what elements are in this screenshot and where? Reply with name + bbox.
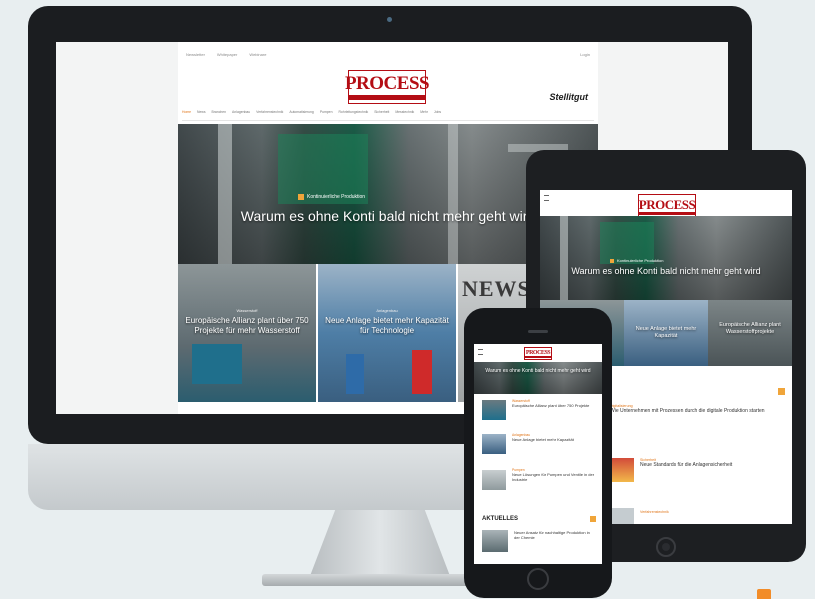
section-marker-icon xyxy=(778,388,785,395)
list-item-thumbnail xyxy=(482,470,506,490)
hero-title[interactable]: Warum es ohne Konti bald nicht mehr geht… xyxy=(218,208,558,225)
tablet-hero-article[interactable]: Kontinuierliche Produktion Warum es ohne… xyxy=(540,216,792,300)
top-nav-item[interactable]: Newsletter xyxy=(186,52,205,57)
login-link[interactable]: Login xyxy=(580,52,590,57)
list-item-thumbnail xyxy=(482,434,506,454)
hero-kicker-text: Kontinuierliche Produktion xyxy=(617,258,664,263)
nav-item[interactable]: Jobs xyxy=(434,110,441,120)
hero-kicker-text: Kontinuierliche Produktion xyxy=(307,194,366,200)
phone-logo[interactable]: PROCESS xyxy=(524,347,552,360)
nav-item[interactable]: Mehr xyxy=(420,110,428,120)
nav-item[interactable]: News xyxy=(197,110,205,120)
monitor-foot xyxy=(262,574,498,586)
list-item[interactable]: Pumpen Neue Lösungen für Pumpen und Vent… xyxy=(512,468,596,482)
tile-title[interactable]: Europäische Allianz plant Wasserstoffpro… xyxy=(712,322,788,336)
hero-image-pipe xyxy=(218,124,232,264)
hero-title[interactable]: Warum es ohne Konti bald nicht mehr geht… xyxy=(480,368,596,374)
speaker-icon xyxy=(528,330,548,333)
article-tile[interactable]: Wasserstoff Europäische Allianz plant üb… xyxy=(178,264,316,402)
tile-image-cabinet xyxy=(412,350,432,394)
list-item[interactable]: Sicherheit Neue Standards für die Anlage… xyxy=(640,458,786,469)
list-item-thumbnail xyxy=(610,458,634,482)
list-item-title[interactable]: Wie Unternehmen mit Prozessen durch die … xyxy=(610,408,786,415)
list-item-title[interactable]: Neue Anlage bietet mehr Kapazität xyxy=(512,437,596,442)
tile-kicker: Wasserstoff xyxy=(236,308,258,313)
hero-image-pipe xyxy=(448,124,458,264)
category-icon xyxy=(610,258,614,263)
tile-title[interactable]: Europäische Allianz plant über 750 Proje… xyxy=(184,316,310,336)
list-item[interactable]: Verfahrenstechnik xyxy=(640,510,786,514)
list-item-title[interactable]: Europäische Allianz plant über 750 Proje… xyxy=(512,403,596,408)
tile-title[interactable]: Neue Anlage bietet mehr Kapazität für Te… xyxy=(324,316,450,336)
logo-strip xyxy=(525,355,551,358)
list-item-thumbnail xyxy=(482,400,506,420)
camera-icon xyxy=(387,17,392,22)
top-nav: Newsletter Whitepaper Webinare xyxy=(186,52,266,57)
nav-item[interactable]: Rohrleitungstechnik xyxy=(338,110,368,120)
menu-icon[interactable] xyxy=(544,195,549,201)
phone-screen: PROCESS Warum es ohne Konti bald nicht m… xyxy=(474,344,602,564)
hero-kicker: Kontinuierliche Produktion xyxy=(298,194,365,200)
monitor-stand xyxy=(310,510,450,576)
corner-badge xyxy=(757,589,771,599)
tile-kicker: Anlagenbau xyxy=(376,308,398,313)
hero-kicker: Kontinuierliche Produktion xyxy=(610,258,663,263)
menu-icon[interactable] xyxy=(478,349,483,355)
nav-item[interactable]: Branchen xyxy=(212,110,227,120)
nav-item[interactable]: Messtechnik xyxy=(395,110,414,120)
nav-item[interactable]: Home xyxy=(182,110,191,120)
home-button[interactable] xyxy=(527,568,549,590)
list-item-title[interactable]: Neue Lösungen für Pumpen und Ventile in … xyxy=(512,472,596,482)
phone-hero-article[interactable]: Warum es ohne Konti bald nicht mehr geht… xyxy=(474,362,602,394)
section-title: AKTUELLES xyxy=(482,516,518,522)
partner-logo: Stellitgut xyxy=(549,92,589,102)
nav-item[interactable]: Sicherheit xyxy=(374,110,389,120)
logo-text: PROCESS xyxy=(344,73,430,94)
nav-item[interactable]: Pumpen xyxy=(320,110,333,120)
nav-item[interactable]: Anlagenbau xyxy=(232,110,250,120)
home-button[interactable] xyxy=(656,537,676,557)
news-word: NEWS xyxy=(462,276,531,301)
list-item-kicker: Verfahrenstechnik xyxy=(640,510,669,514)
top-nav-item[interactable]: Whitepaper xyxy=(217,52,237,57)
list-item-title[interactable]: Neuer Ansatz für nachhaltige Produktion … xyxy=(514,530,596,540)
list-item[interactable]: Digitalisierung Wie Unternehmen mit Proz… xyxy=(610,404,786,415)
list-item[interactable]: Wasserstoff Europäische Allianz plant üb… xyxy=(512,399,596,408)
nav-item[interactable]: Verfahrenstechnik xyxy=(256,110,283,120)
list-item-title[interactable]: Neue Standards für die Anlagensicherheit xyxy=(640,462,786,469)
logo-strip xyxy=(349,95,425,100)
tile-title[interactable]: Neue Anlage bietet mehr Kapazität xyxy=(628,326,704,340)
section-marker-icon xyxy=(590,516,596,522)
logo-strip xyxy=(639,211,695,215)
article-tile[interactable]: Europäische Allianz plant Wasserstoffpro… xyxy=(708,300,792,366)
tablet-logo[interactable]: PROCESS xyxy=(638,194,696,218)
site-logo[interactable]: PROCESS xyxy=(344,70,430,104)
hero-image-pipe xyxy=(560,216,568,300)
list-item-thumbnail xyxy=(610,508,634,524)
tile-image-unit xyxy=(192,344,242,384)
main-nav: Home News Branchen Anlagenbau Verfahrens… xyxy=(182,110,594,121)
category-icon xyxy=(298,194,304,200)
list-item[interactable]: Anlagenbau Neue Anlage bietet mehr Kapaz… xyxy=(512,433,596,442)
article-tile[interactable]: Anlagenbau Neue Anlage bietet mehr Kapaz… xyxy=(318,264,456,402)
top-nav-item[interactable]: Webinare xyxy=(249,52,266,57)
list-item-thumbnail xyxy=(482,530,508,552)
logo-text: PROCESS xyxy=(638,196,696,212)
hero-title[interactable]: Warum es ohne Konti bald nicht mehr geht… xyxy=(554,266,778,277)
tile-image-cabinet xyxy=(346,354,364,394)
nav-item[interactable]: Automatisierung xyxy=(289,110,314,120)
article-tile[interactable]: Neue Anlage bietet mehr Kapazität xyxy=(624,300,708,366)
